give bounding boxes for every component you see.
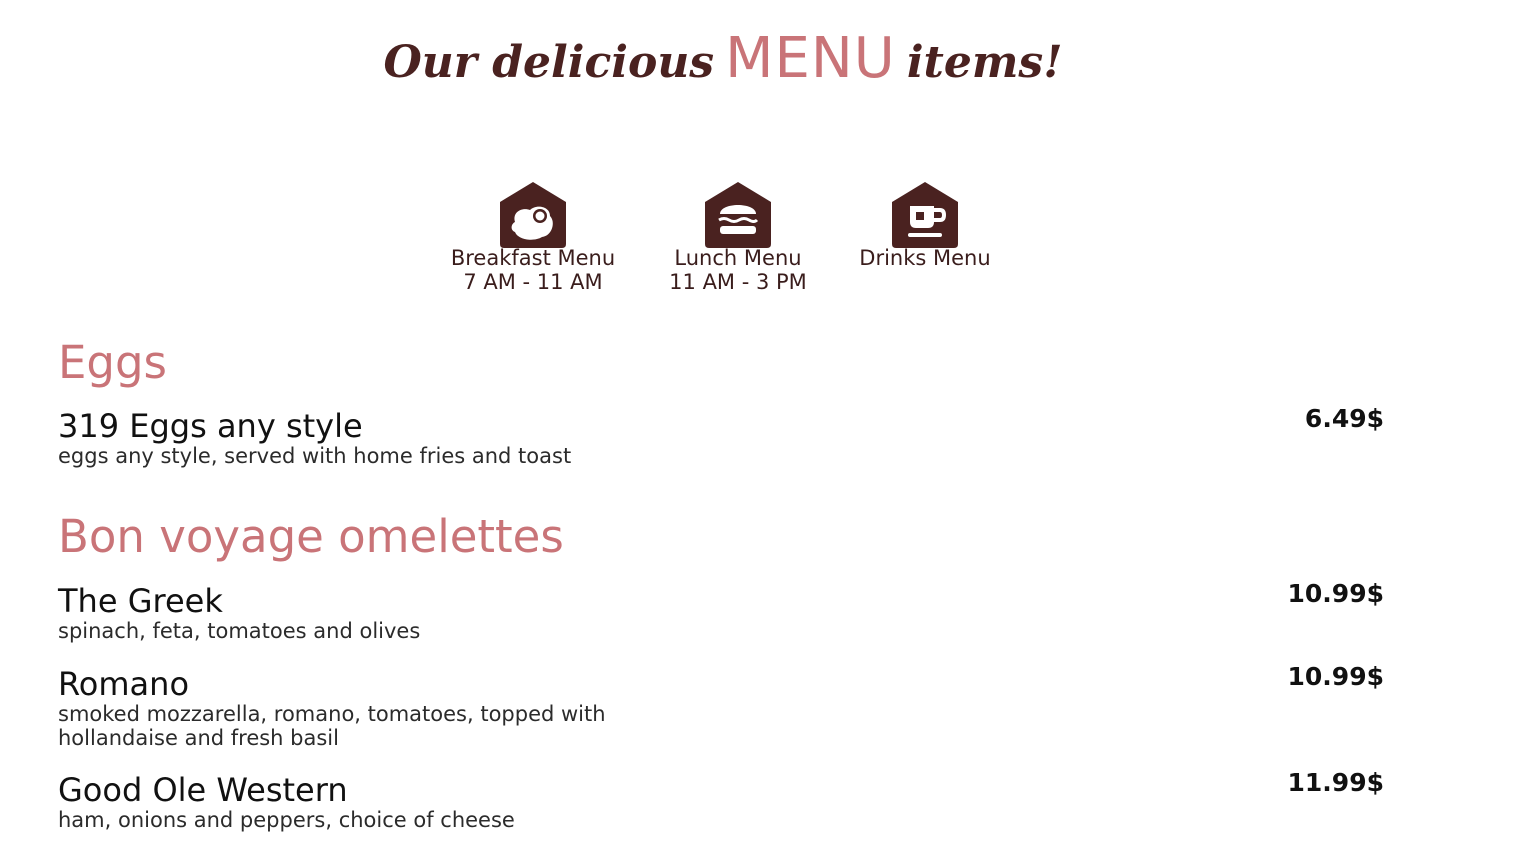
- item-description: eggs any style, served with home fries a…: [58, 444, 572, 468]
- title-highlight: MENU: [725, 26, 896, 91]
- coffee-icon: [892, 182, 958, 248]
- item-price: 6.49$: [1304, 404, 1384, 433]
- nav-lunch-label: Lunch Menu: [674, 246, 802, 270]
- item-description: spinach, feta, tomatoes and olives: [58, 619, 421, 643]
- egg-icon: [500, 182, 566, 248]
- item-description: ham, onions and peppers, choice of chees…: [58, 808, 515, 832]
- item-price: 10.99$: [1287, 579, 1384, 608]
- section-title-eggs: Eggs: [58, 336, 168, 389]
- menu-nav: Breakfast Menu 7 AM - 11 AM Lunch Menu 1…: [0, 182, 1530, 302]
- nav-breakfast-menu[interactable]: Breakfast Menu 7 AM - 11 AM: [433, 182, 633, 294]
- item-name: The Greek: [58, 582, 223, 620]
- title-script-before: Our delicious: [383, 37, 715, 88]
- nav-breakfast-label: Breakfast Menu: [450, 246, 616, 270]
- section-title-omelettes: Bon voyage omelettes: [58, 510, 564, 563]
- item-name: Good Ole Western: [58, 771, 348, 809]
- menu-item: The Greek spinach, feta, tomatoes and ol…: [58, 579, 1384, 643]
- title-script-after: items!: [906, 37, 1063, 88]
- item-name: Romano: [58, 665, 190, 703]
- nav-lunch-hours: 11 AM - 3 PM: [669, 270, 807, 294]
- item-name: 319 Eggs any style: [58, 407, 363, 445]
- nav-lunch-menu[interactable]: Lunch Menu 11 AM - 3 PM: [638, 182, 838, 294]
- menu-item: Romano smoked mozzarella, romano, tomato…: [58, 662, 1384, 750]
- item-price: 11.99$: [1287, 768, 1384, 797]
- page-title: Our delicious MENU items!: [0, 26, 1446, 91]
- nav-drinks-label: Drinks Menu: [859, 246, 991, 270]
- burger-icon: [705, 182, 771, 248]
- nav-breakfast-hours: 7 AM - 11 AM: [463, 270, 603, 294]
- nav-drinks-menu[interactable]: Drinks Menu: [825, 182, 1025, 270]
- menu-item: Good Ole Western ham, onions and peppers…: [58, 768, 1384, 832]
- item-description: smoked mozzarella, romano, tomatoes, top…: [58, 702, 606, 750]
- item-price: 10.99$: [1287, 662, 1384, 691]
- menu-item: 319 Eggs any style eggs any style, serve…: [58, 404, 1384, 468]
